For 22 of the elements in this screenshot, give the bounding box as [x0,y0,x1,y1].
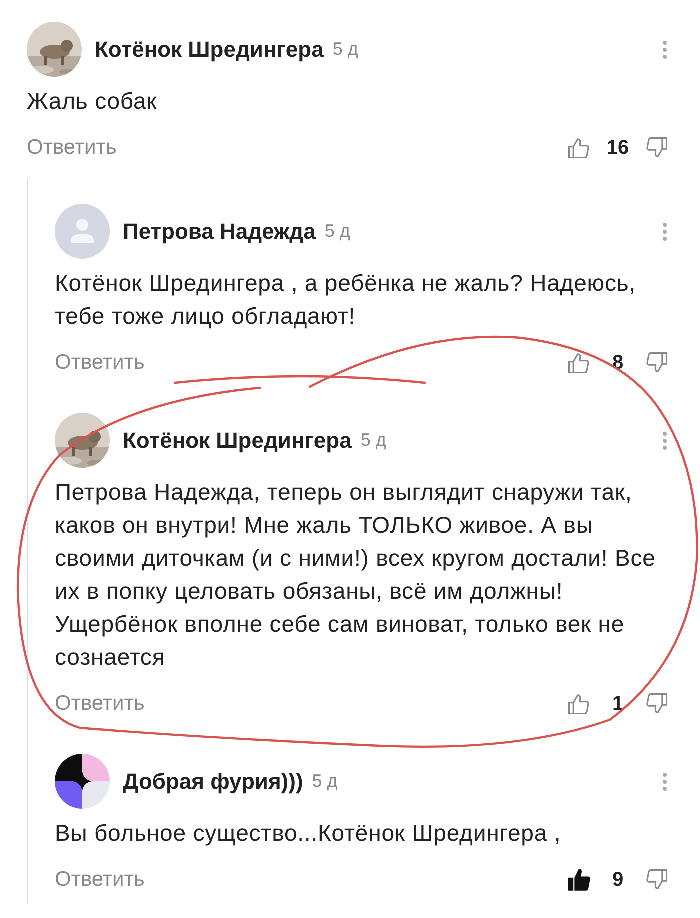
comment-time: 5 д [312,770,338,793]
reply-button[interactable]: Ответить [55,347,145,379]
like-count: 9 [611,868,625,893]
comment-text: Котёнок Шредингера , а ребёнка не жаль? Надеюсь, тебе тоже лицо обгладают! [55,269,638,331]
reply-button[interactable]: Ответить [55,688,145,720]
author-name[interactable]: Петрова Надежда [123,215,316,248]
like-count: 16 [606,136,630,161]
author-name[interactable]: Котёнок Шредингера [95,33,324,66]
comment-time: 5 д [324,220,350,243]
reply-button[interactable]: Ответить [27,132,117,164]
thumbs-up-filled-icon[interactable] [566,867,592,893]
author-name[interactable]: Добрая фурия))) [123,765,304,798]
comment-time: 5 д [360,429,386,452]
reply-button[interactable]: Ответить [55,864,145,896]
like-count: 1 [611,692,625,717]
comment-time: 5 д [332,38,358,61]
avatar-icon [55,204,110,259]
avatar-icon [55,754,110,809]
author-name[interactable]: Котёнок Шредингера [123,424,352,457]
comment-text: Вы больное существо...Котёнок Шредингера , [55,819,562,848]
comment-text: Жаль собак [27,87,158,116]
comment-text: Петрова Надежда, теперь он выглядит снаружи так, каков он внутри! Мне жаль ТОЛЬКО живое. А вы своими диточкам (и с ними!) всех кругом достали! Все их в попку целовать обязаны, всё им должны! Ущербёнок вполне себе сам виноват, только век не сознается [55,478,657,672]
